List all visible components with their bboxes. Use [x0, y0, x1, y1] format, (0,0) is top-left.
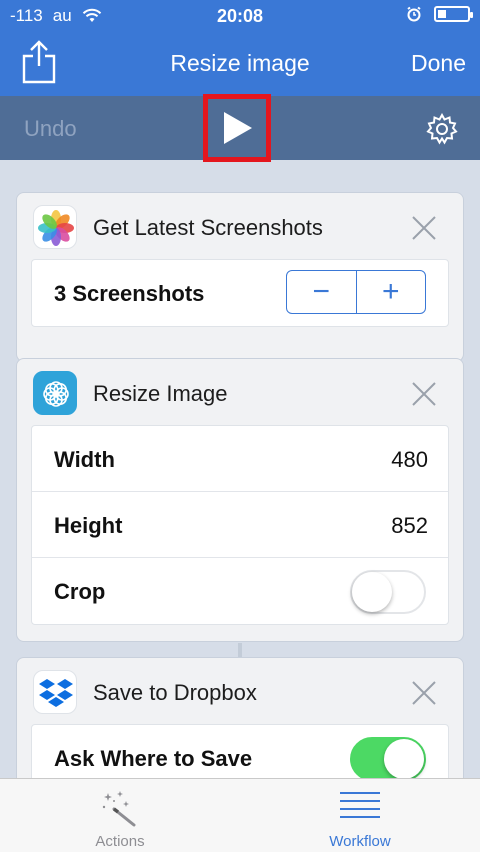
card-body: 3 Screenshots − + — [31, 259, 449, 327]
close-icon[interactable] — [411, 680, 437, 706]
page-title: Resize image — [170, 50, 310, 76]
gear-icon[interactable] — [426, 113, 458, 145]
close-icon[interactable] — [411, 215, 437, 241]
row-label: 3 Screenshots — [54, 281, 205, 306]
ask-where-to-save-row: Ask Where to Save — [32, 725, 448, 778]
row-label: Width — [54, 447, 115, 472]
increment-button[interactable]: + — [355, 271, 426, 313]
width-row[interactable]: Width 480 — [32, 426, 448, 492]
action-card-save-to-dropbox: Save to Dropbox Ask Where to Save — [16, 657, 464, 778]
battery-icon — [434, 6, 473, 22]
card-header: Resize Image — [17, 359, 463, 425]
tab-label: Actions — [95, 833, 145, 850]
list-icon — [340, 792, 380, 818]
undo-button[interactable]: Undo — [24, 116, 77, 142]
row-label: Height — [54, 513, 123, 538]
action-card-resize-image: Resize Image Width 480 Height 852 Crop — [16, 358, 464, 642]
dropbox-icon — [33, 670, 77, 714]
quantity-stepper: − + — [286, 270, 426, 314]
action-card-get-latest-screenshots: Get Latest Screenshots 3 Screenshots − + — [16, 192, 464, 362]
action-title: Resize Image — [93, 381, 228, 406]
crop-row: Crop — [32, 558, 448, 624]
tab-label: Workflow — [329, 833, 391, 850]
ask-where-to-save-toggle[interactable] — [350, 737, 426, 778]
height-row[interactable]: Height 852 — [32, 492, 448, 558]
action-title: Save to Dropbox — [93, 680, 257, 705]
tab-bar: Actions Workflow — [0, 778, 480, 852]
alarm-icon — [407, 6, 421, 22]
status-bar: -113 au 20:08 — [0, 0, 480, 32]
photos-icon — [33, 205, 77, 249]
play-icon[interactable] — [224, 112, 252, 144]
done-button[interactable]: Done — [411, 50, 466, 77]
tab-actions[interactable]: Actions — [0, 779, 240, 852]
crop-toggle[interactable] — [350, 570, 426, 614]
status-right — [406, 6, 473, 22]
width-value[interactable]: 480 — [391, 447, 428, 473]
card-header: Get Latest Screenshots — [17, 193, 463, 259]
card-body: Ask Where to Save — [31, 724, 449, 778]
top-bar: -113 au 20:08 Resize image Done — [0, 0, 480, 96]
action-title: Get Latest Screenshots — [93, 215, 323, 240]
row-label: Ask Where to Save — [54, 746, 253, 771]
magic-wand-icon — [102, 791, 136, 827]
card-body: Width 480 Height 852 Crop — [31, 425, 449, 625]
screenshot-count-row: 3 Screenshots − + — [32, 260, 448, 326]
workflow-content[interactable]: Get Latest Screenshots 3 Screenshots − + — [0, 160, 480, 778]
tab-workflow[interactable]: Workflow — [240, 779, 480, 852]
decrement-button[interactable]: − — [287, 271, 356, 313]
card-header: Save to Dropbox — [17, 658, 463, 724]
row-label: Crop — [54, 579, 106, 604]
close-icon[interactable] — [411, 381, 437, 407]
resize-image-icon — [33, 371, 77, 415]
height-value[interactable]: 852 — [391, 513, 428, 539]
